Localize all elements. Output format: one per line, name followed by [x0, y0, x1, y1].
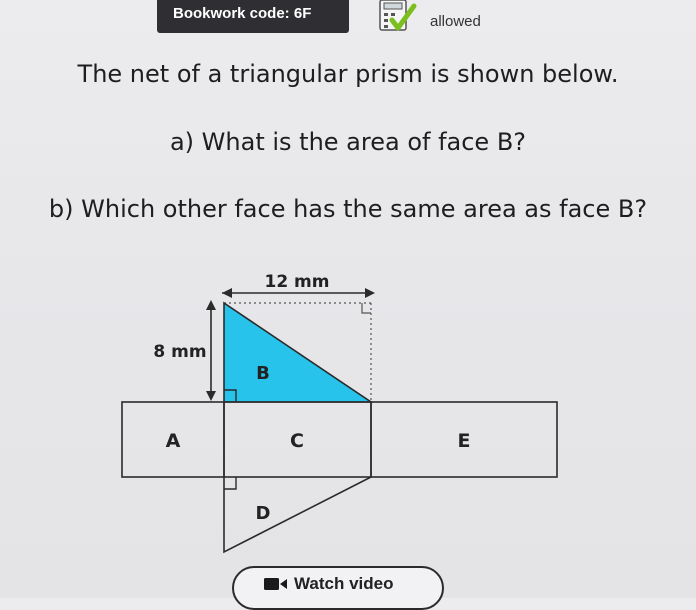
width-dimension-arrow: [222, 288, 375, 298]
face-d-label: D: [256, 503, 271, 524]
face-a-label: A: [166, 430, 181, 452]
watch-video-label: Watch video: [294, 574, 394, 593]
face-b-triangle: [223, 301, 374, 403]
header-bar: Bookwork code: 6F allowed: [0, 0, 696, 46]
triangular-prism-net-diagram: 12 mm 8 mm B A C E D: [121, 272, 558, 554]
question-part-a: a) What is the area of face B?: [169, 128, 527, 156]
face-c-rectangle: [223, 401, 372, 478]
height-dimension-arrow: [206, 300, 216, 401]
face-a-rectangle: [121, 401, 225, 478]
width-label: 12 mm: [264, 272, 329, 292]
face-b-right-angle-marker: [224, 389, 237, 402]
calculator-check-icon: [379, 0, 417, 31]
watch-video-button[interactable]: Watch video: [232, 566, 444, 610]
question-part-b: b) Which other face has the same area as…: [48, 195, 648, 223]
bookwork-code-badge: Bookwork code: 6F: [157, 0, 349, 33]
face-e-rectangle: [370, 401, 558, 478]
face-e-label: E: [458, 430, 471, 452]
video-camera-icon: [264, 578, 287, 590]
right-angle-guide-marker: [361, 303, 371, 314]
face-d-right-angle-marker: [224, 477, 237, 490]
calculator-allowed-label: allowed: [430, 13, 481, 30]
question-intro: The net of a triangular prism is shown b…: [77, 60, 619, 88]
face-b-label: B: [256, 363, 270, 384]
face-d-triangle: [223, 476, 372, 554]
face-c-label: C: [290, 430, 304, 452]
height-label: 8 mm: [153, 342, 206, 362]
